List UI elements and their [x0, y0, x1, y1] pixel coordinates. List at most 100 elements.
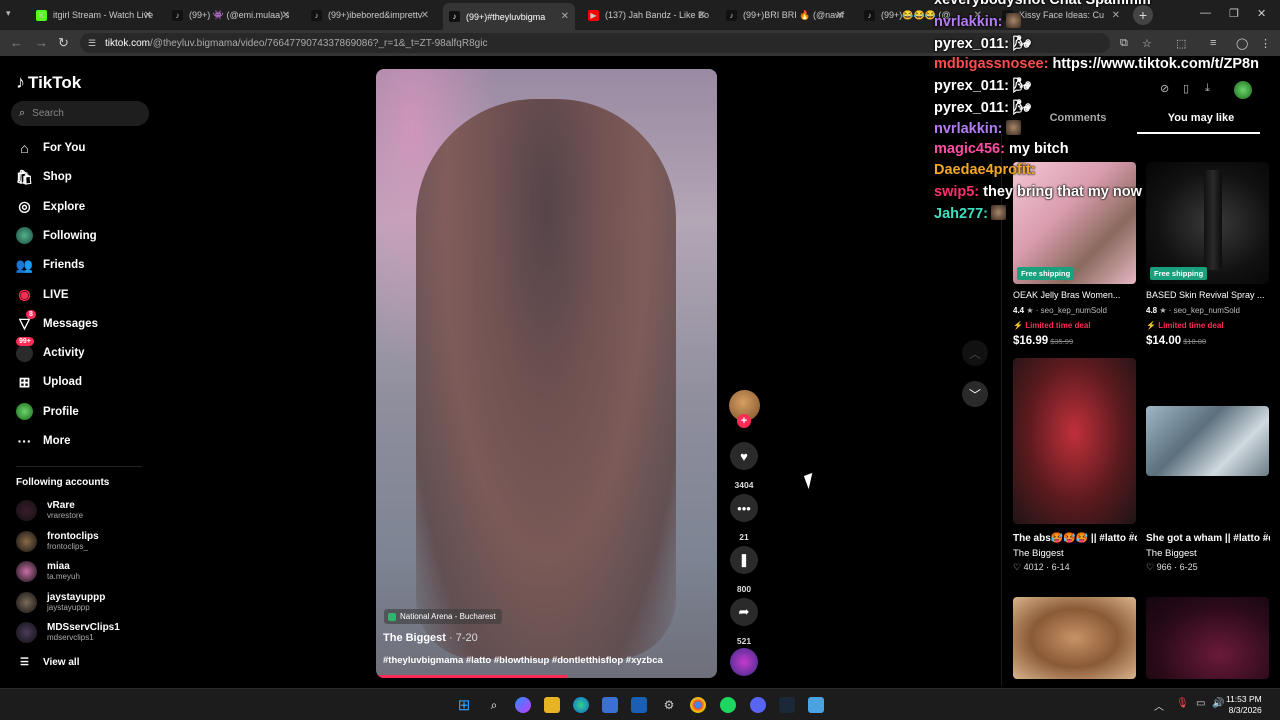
browser-tab[interactable]: ♪ (99+) 👾 (@emi.mulaa)'s ✕: [166, 4, 296, 26]
next-video-button[interactable]: ﹀: [962, 381, 988, 407]
microphone-icon[interactable]: 🎙: [1176, 698, 1189, 709]
file-explorer-icon[interactable]: [544, 697, 560, 713]
video-card-title[interactable]: She got a wham || #latto #dontletthisflo…: [1146, 531, 1270, 546]
tiktok-logo[interactable]: ♪ TikTok: [16, 72, 81, 93]
reading-list-icon[interactable]: ≡: [1210, 37, 1216, 49]
video-thumbnail[interactable]: [1146, 597, 1269, 679]
follow-plus-button[interactable]: +: [737, 414, 751, 428]
video-card-author[interactable]: The Biggest: [1013, 548, 1137, 559]
copilot-icon[interactable]: [515, 697, 531, 713]
video-author-line[interactable]: The Biggest · 7-20: [383, 632, 478, 644]
volume-icon[interactable]: 🔊: [1212, 698, 1224, 709]
bookmark-icon[interactable]: ❚: [730, 546, 758, 574]
back-icon[interactable]: ←: [10, 35, 23, 50]
extensions-icon[interactable]: ⬚: [1176, 37, 1186, 50]
product-thumbnail[interactable]: Free shipping: [1146, 162, 1269, 284]
close-tab-icon[interactable]: ✕: [974, 10, 982, 21]
nav-shop[interactable]: 🛍 Shop: [16, 167, 72, 187]
browser-tab[interactable]: ♪ Kissy Face Ideas: Cu ✕: [996, 4, 1126, 26]
browser-tab[interactable]: Kitgirl Stream - Watch Live ✕: [30, 4, 158, 26]
view-all-link[interactable]: ☰ View all: [20, 657, 79, 668]
search-icon[interactable]: ⌕: [486, 697, 502, 713]
video-card[interactable]: [1146, 597, 1270, 679]
nav-friends[interactable]: 👥 Friends: [16, 255, 85, 275]
comment-action[interactable]: ••• 21: [729, 494, 759, 542]
comment-icon[interactable]: •••: [730, 494, 758, 522]
account-avatar[interactable]: [16, 500, 37, 521]
close-tab-icon[interactable]: ✕: [282, 10, 290, 21]
system-clock[interactable]: 11:53 PM 8/3/2026: [1226, 694, 1262, 716]
nav-profile[interactable]: Profile: [16, 402, 79, 422]
like-action[interactable]: ♥ 3404: [729, 442, 759, 490]
browser-tab[interactable]: ♪ (99+)😂😂😂 (@ ✕: [858, 4, 988, 26]
download-icon[interactable]: ⤓: [1205, 82, 1210, 95]
reload-icon[interactable]: ↻: [58, 35, 69, 51]
close-tab-icon[interactable]: ✕: [698, 10, 706, 21]
video-card[interactable]: ⋮ She got a wham || #latto #dontletthisf…: [1146, 358, 1270, 573]
settings-gear-icon[interactable]: ⚙: [661, 697, 677, 713]
video-thumbnail[interactable]: [1013, 597, 1136, 679]
close-tab-icon[interactable]: ✕: [1112, 10, 1120, 21]
new-tab-button[interactable]: +: [1133, 5, 1153, 25]
close-window-icon[interactable]: ✕: [1257, 7, 1266, 20]
nav-upload[interactable]: ⊞ Upload: [16, 372, 82, 392]
network-icon[interactable]: ▭: [1196, 698, 1205, 709]
product-card[interactable]: Free shipping OEAK Jelly Bras Women... 4…: [1013, 162, 1137, 347]
product-name[interactable]: OEAK Jelly Bras Women...: [1013, 290, 1137, 300]
product-card[interactable]: Free shipping BASED Skin Revival Spray .…: [1146, 162, 1270, 347]
following-account[interactable]: frontoclips frontoclips_: [16, 530, 99, 552]
chrome-icon[interactable]: [690, 697, 706, 713]
video-player[interactable]: National Arena - Bucharest The Biggest ·…: [376, 69, 717, 678]
video-thumbnail[interactable]: [1013, 358, 1136, 524]
nav-activity[interactable]: Activity 99+: [16, 337, 85, 363]
video-progress-bar[interactable]: [376, 675, 567, 678]
edge-icon[interactable]: [573, 697, 589, 713]
browser-tab[interactable]: ♪ (99+)#theyluvbigma ✕: [443, 3, 575, 30]
video-card-title[interactable]: The abs🥵🥵🥵 || #latto #dontletthisflo...: [1013, 531, 1137, 546]
account-avatar[interactable]: [16, 530, 37, 552]
user-avatar[interactable]: [1234, 81, 1252, 99]
outlook-icon[interactable]: [631, 697, 647, 713]
close-tab-icon[interactable]: ✕: [144, 10, 152, 21]
profile-icon[interactable]: ◯: [1236, 37, 1248, 50]
steam-icon[interactable]: [779, 697, 795, 713]
heart-icon[interactable]: ♥: [730, 442, 758, 470]
search-input[interactable]: ⌕ Search: [11, 101, 149, 126]
phone-icon[interactable]: ▯: [1183, 82, 1189, 95]
music-disc-avatar[interactable]: [730, 648, 758, 676]
product-thumbnail[interactable]: Free shipping: [1013, 162, 1136, 284]
browser-tab[interactable]: ♪ (99+)ibebored&imprettv ✕: [305, 4, 435, 26]
close-tab-icon[interactable]: ✕: [836, 10, 844, 21]
video-author[interactable]: The Biggest: [383, 632, 446, 644]
more-options-icon[interactable]: ⋮: [1127, 531, 1137, 542]
browser-tab[interactable]: ▶ (137) Jah Bandz - Like Bo ✕: [582, 4, 712, 26]
nav-live[interactable]: ◉ LIVE: [16, 285, 68, 305]
maximize-icon[interactable]: ❐: [1229, 7, 1239, 20]
nav-following[interactable]: Following: [16, 226, 97, 246]
notepad-icon[interactable]: [808, 697, 824, 713]
nav-for-you[interactable]: ⌂ For You: [16, 138, 85, 158]
location-chip[interactable]: National Arena - Bucharest: [384, 609, 502, 624]
share-action[interactable]: ➦ 521: [729, 598, 759, 646]
windows-start-icon[interactable]: ⊞: [456, 697, 472, 714]
forward-icon[interactable]: →: [35, 35, 48, 50]
tab-search-chevron-icon[interactable]: ▾: [6, 8, 11, 19]
tray-chevron-icon[interactable]: ︿: [1154, 698, 1164, 713]
following-account[interactable]: miaa ta.meyuh: [16, 561, 80, 582]
video-thumbnail[interactable]: [1146, 406, 1269, 476]
more-options-icon[interactable]: ⋮: [1260, 531, 1270, 542]
share-icon[interactable]: ➦: [730, 598, 758, 626]
discord-icon[interactable]: [750, 697, 766, 713]
cast-icon[interactable]: ⧉: [1120, 37, 1128, 50]
video-card[interactable]: [1013, 597, 1137, 679]
tab-you-may-like[interactable]: You may like: [1137, 112, 1265, 124]
menu-dots-icon[interactable]: ⋮: [1260, 37, 1271, 50]
account-avatar[interactable]: [16, 591, 37, 613]
spotify-icon[interactable]: [720, 697, 736, 713]
following-account[interactable]: MDSservClips1 mdservclips1: [16, 622, 120, 643]
save-action[interactable]: ❚ 800: [729, 546, 759, 594]
minimize-icon[interactable]: —: [1200, 7, 1211, 19]
product-name[interactable]: BASED Skin Revival Spray ...: [1146, 290, 1270, 300]
account-avatar[interactable]: [16, 561, 37, 582]
url-field[interactable]: tiktok.com/@theyluv.bigmama/video/766477…: [80, 33, 1110, 53]
